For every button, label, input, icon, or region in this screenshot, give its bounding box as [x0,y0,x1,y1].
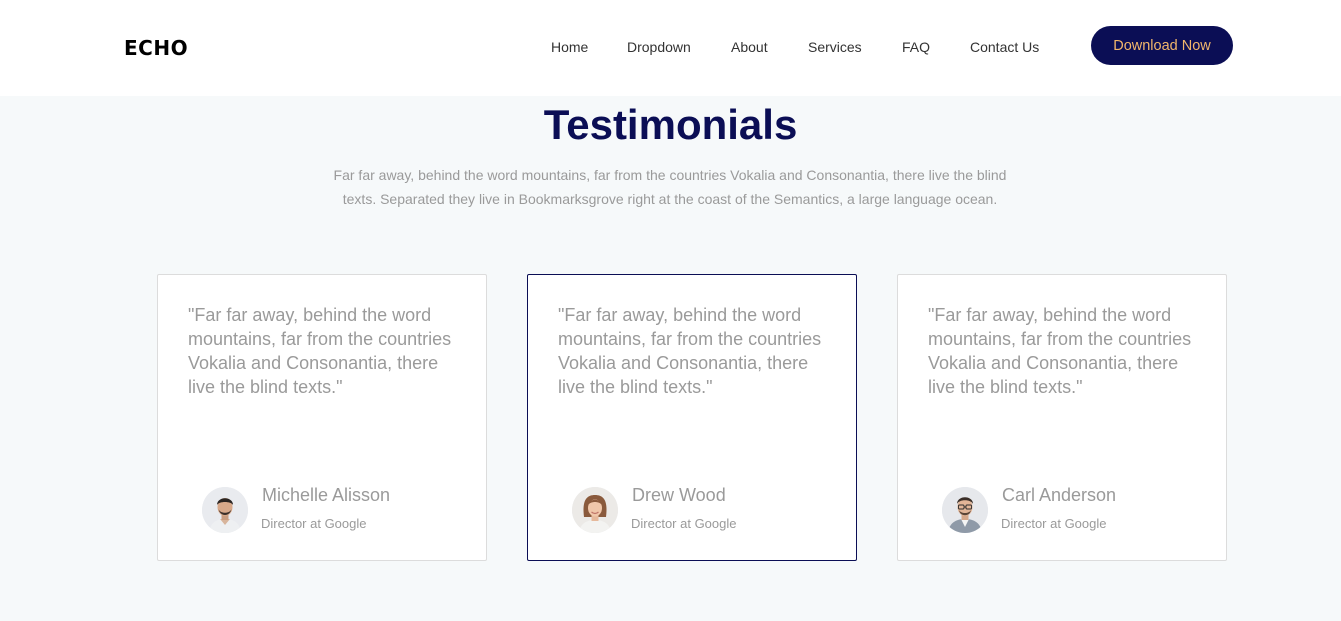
author-role: Director at Google [631,516,737,531]
testimonial-quote: "Far far away, behind the word mountains… [928,305,1192,397]
author-role: Director at Google [261,516,367,531]
nav-link-dropdown[interactable]: Dropdown [627,39,691,55]
testimonial-card[interactable]: "Far far away, behind the word mountains… [157,274,487,561]
testimonial-quote: "Far far away, behind the word mountains… [188,305,452,397]
author-role: Director at Google [1001,516,1107,531]
testimonial-quote: "Far far away, behind the word mountains… [558,305,822,397]
nav-link-faq[interactable]: FAQ [902,39,930,55]
author-name: Carl Anderson [1002,485,1117,505]
section-title: Testimonials [543,101,798,148]
person-avatar-icon [202,487,248,533]
nav-link-contact-us[interactable]: Contact Us [970,39,1039,55]
person-avatar-icon [942,487,988,533]
person-avatar-icon [572,487,618,533]
author-name: Drew Wood [632,485,726,505]
navbar: ECHO Home Dropdown About Services FAQ Co… [0,0,1341,96]
section-subtitle: Far far away, behind the word mountains,… [333,167,1007,207]
download-now-button[interactable]: Download Now [1091,26,1233,65]
nav-link-services[interactable]: Services [808,39,862,55]
nav-link-home[interactable]: Home [551,39,588,55]
site-logo[interactable]: ECHO [124,36,188,60]
nav-link-about[interactable]: About [731,39,768,55]
testimonial-card-active[interactable]: "Far far away, behind the word mountains… [527,274,857,561]
testimonial-card[interactable]: "Far far away, behind the word mountains… [897,274,1227,561]
author-name: Michelle Alisson [262,485,391,505]
